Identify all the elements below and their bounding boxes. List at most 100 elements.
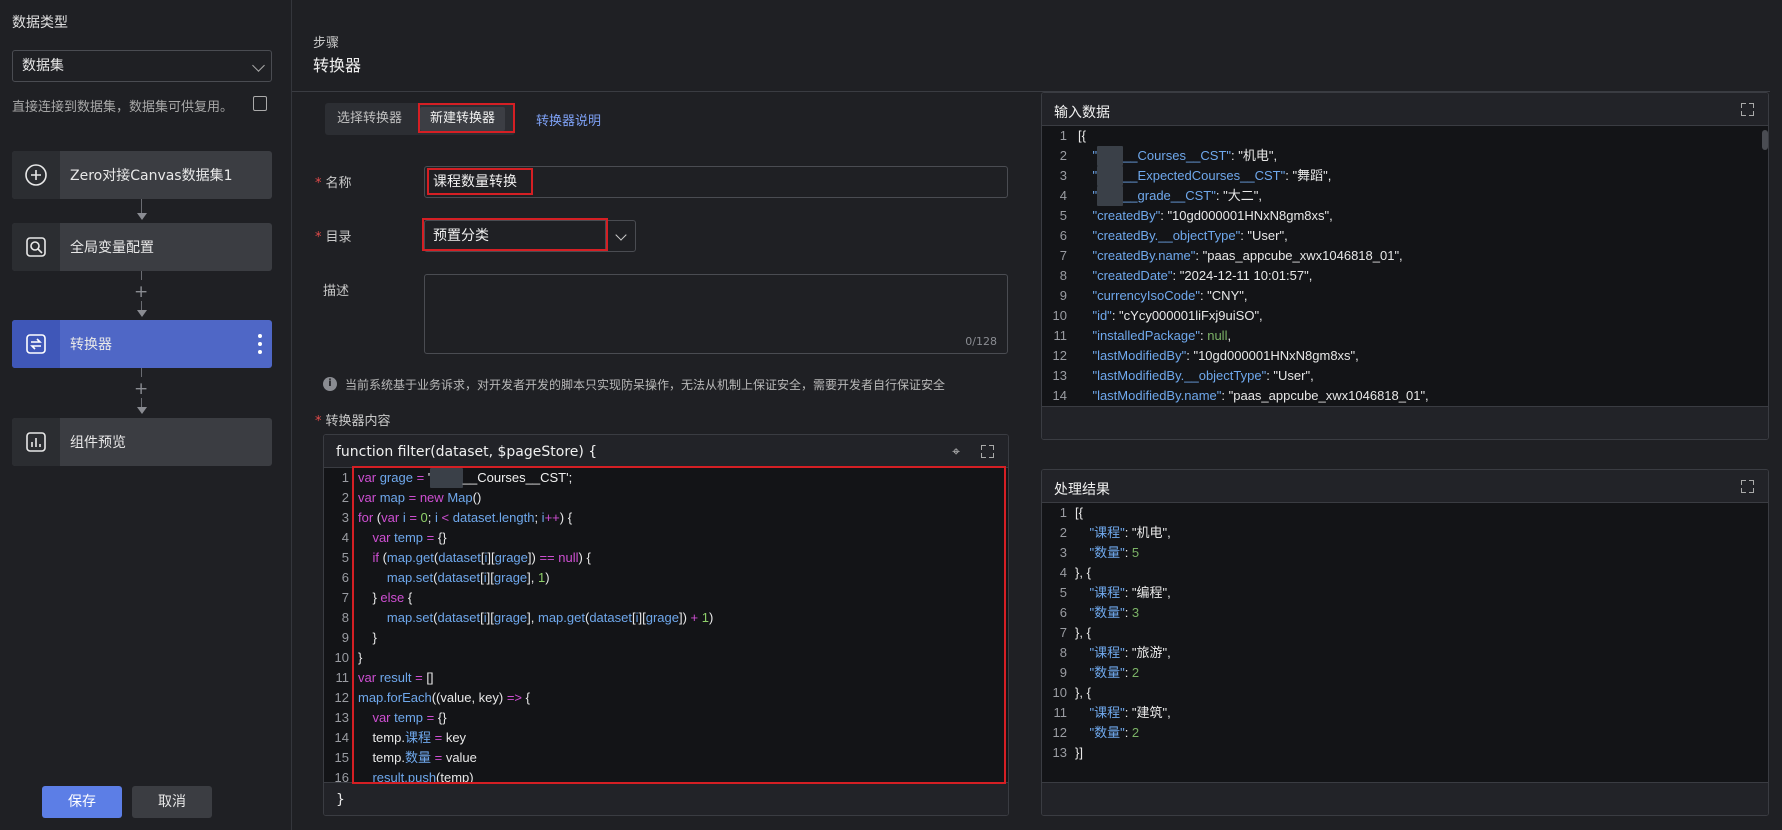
line-number: 15 — [334, 750, 349, 765]
line-number: 12 — [1052, 725, 1067, 740]
editor-header: function filter(dataset, $pageStore) { ⌖ — [324, 435, 1008, 468]
function-signature: function filter(dataset, $pageStore) { — [336, 444, 598, 460]
line-number: 1 — [341, 470, 349, 485]
line-number: 11 — [1053, 705, 1068, 720]
add-step-icon[interactable]: + — [134, 284, 148, 301]
step-label: Zero对接Canvas数据集1 — [70, 168, 233, 184]
tab-select-transformer[interactable]: 选择转换器 — [327, 107, 412, 131]
chevron-down-icon — [615, 229, 627, 241]
connector — [141, 271, 142, 280]
line-number: 3 — [1059, 168, 1067, 183]
line-number: 10 — [334, 650, 349, 665]
fullscreen-icon[interactable] — [1741, 480, 1754, 493]
name-value: 课程数量转换 — [433, 174, 517, 190]
more-vertical-icon[interactable] — [258, 334, 262, 354]
description-textarea[interactable]: 0/128 — [424, 274, 1008, 354]
line-number: 6 — [1059, 228, 1067, 243]
name-label: * 名称 — [315, 176, 352, 191]
add-step-icon[interactable]: + — [134, 381, 148, 398]
line-number: 2 — [1059, 148, 1067, 163]
line-gutter: 1 2 3 4 5 6 7 8 9 10 11 12 13 14 15 16 — [324, 468, 354, 782]
code-editor[interactable]: function filter(dataset, $pageStore) { ⌖… — [323, 434, 1009, 816]
input-panel-title: 输入数据 — [1054, 105, 1110, 121]
directory-label: * 目录 — [315, 230, 352, 245]
line-number: 4 — [1059, 188, 1067, 203]
line-number: 1 — [1059, 128, 1067, 143]
tab-group: 选择转换器 新建转换器 — [325, 103, 515, 135]
line-number: 7 — [1059, 248, 1067, 263]
line-number: 13 — [334, 710, 349, 725]
line-number: 9 — [1059, 665, 1067, 680]
editor-footer: } — [324, 782, 1008, 815]
line-gutter: 1 2 3 4 5 6 7 8 9 10 11 12 13 — [1042, 503, 1072, 782]
data-type-title: 数据类型 — [12, 15, 68, 31]
code-lines: var grage = 'xxxxx__Courses__CST'; var m… — [358, 468, 714, 782]
line-number: 5 — [1059, 585, 1067, 600]
directory-value: 预置分类 — [433, 228, 489, 244]
document-icon[interactable] — [253, 96, 267, 111]
line-gutter: 1 2 3 4 5 6 7 8 9 10 11 12 13 14 — [1042, 126, 1072, 406]
line-number: 6 — [341, 570, 349, 585]
result-json-lines: [{ "课程": "机电", "数量": 5 }, { "课程": "编程", … — [1075, 505, 1171, 760]
content-label: * 转换器内容 — [315, 414, 391, 429]
line-number: 10 — [1052, 685, 1067, 700]
line-number: 11 — [1053, 328, 1068, 343]
line-number: 7 — [341, 590, 349, 605]
name-field[interactable]: 课程数量转换 — [424, 166, 1008, 198]
connector — [141, 368, 142, 377]
step-label: 全局变量配置 — [70, 240, 154, 256]
save-button[interactable]: 保存 — [42, 786, 122, 818]
cancel-button[interactable]: 取消 — [132, 786, 212, 818]
step-transformer[interactable]: 转换器 — [12, 320, 272, 368]
line-number: 3 — [341, 510, 349, 525]
line-number: 8 — [1059, 645, 1067, 660]
line-number: 5 — [341, 550, 349, 565]
tab-new-transformer[interactable]: 新建转换器 — [420, 107, 506, 131]
result-panel-title: 处理结果 — [1054, 482, 1110, 498]
line-number: 14 — [334, 730, 349, 745]
fullscreen-icon[interactable] — [1741, 103, 1754, 116]
line-number: 2 — [1059, 525, 1067, 540]
fullscreen-icon[interactable] — [981, 445, 994, 458]
line-number: 12 — [1052, 348, 1067, 363]
left-sidebar: 数据类型 数据集 直接连接到数据集，数据集可供复用。 Zero对接Canvas数… — [0, 0, 292, 830]
scrollbar[interactable] — [1762, 130, 1768, 150]
line-number: 6 — [1059, 605, 1067, 620]
description-label: 描述 — [323, 284, 350, 299]
line-number: 14 — [1052, 388, 1067, 403]
input-json-lines: [{ "xxxx__Courses__CST": "机电", "xxxx__Ex… — [1078, 128, 1429, 403]
line-number: 2 — [341, 490, 349, 505]
code-area[interactable]: 12345678910111213141516 var grage = 'xxx… — [324, 468, 1008, 782]
line-number: 4 — [341, 530, 349, 545]
step-dataset[interactable]: Zero对接Canvas数据集1 — [12, 151, 272, 199]
plus-circle-icon — [12, 151, 60, 199]
line-number: 7 — [1059, 625, 1067, 640]
info-icon: i — [323, 377, 337, 391]
input-panel-header: 输入数据 — [1042, 93, 1768, 126]
transformer-doc-link[interactable]: 转换器说明 — [536, 110, 601, 129]
line-number: 8 — [341, 610, 349, 625]
data-type-select[interactable]: 数据集 — [12, 50, 272, 82]
arrow-down-icon — [137, 213, 147, 220]
line-number: 4 — [1059, 565, 1067, 580]
step-component-preview[interactable]: 组件预览 — [12, 418, 272, 466]
step-label: 组件预览 — [70, 435, 126, 451]
line-number: 13 — [1052, 368, 1067, 383]
result-code-area[interactable]: 1 2 3 4 5 6 7 8 9 10 11 12 13 [{ "课程": "机电", "数量": 5… — [1042, 503, 1768, 782]
connector — [141, 199, 142, 213]
page-title: 转换器 — [313, 56, 362, 75]
step-global-variables[interactable]: 全局变量配置 — [12, 223, 272, 271]
line-number: 1 — [1059, 505, 1067, 520]
line-number: 9 — [1059, 288, 1067, 303]
result-panel-header: 处理结果 — [1042, 470, 1768, 503]
data-type-select-value: 数据集 — [22, 58, 64, 74]
description-counter: 0/128 — [965, 335, 997, 348]
directory-select[interactable]: 预置分类 — [424, 220, 636, 252]
input-code-area[interactable]: 1234567891011121314 [{ "xxxx__Courses__C… — [1042, 126, 1768, 406]
result-panel: 处理结果 1 2 3 4 5 6 7 8 9 10 11 12 13 [{ "课程": "机电", "数… — [1041, 469, 1769, 816]
magic-wand-icon[interactable]: ⌖ — [952, 444, 960, 460]
variable-search-icon — [12, 223, 60, 271]
input-panel-footer — [1042, 406, 1768, 439]
line-number: 8 — [1059, 268, 1067, 283]
result-panel-footer — [1042, 782, 1768, 815]
